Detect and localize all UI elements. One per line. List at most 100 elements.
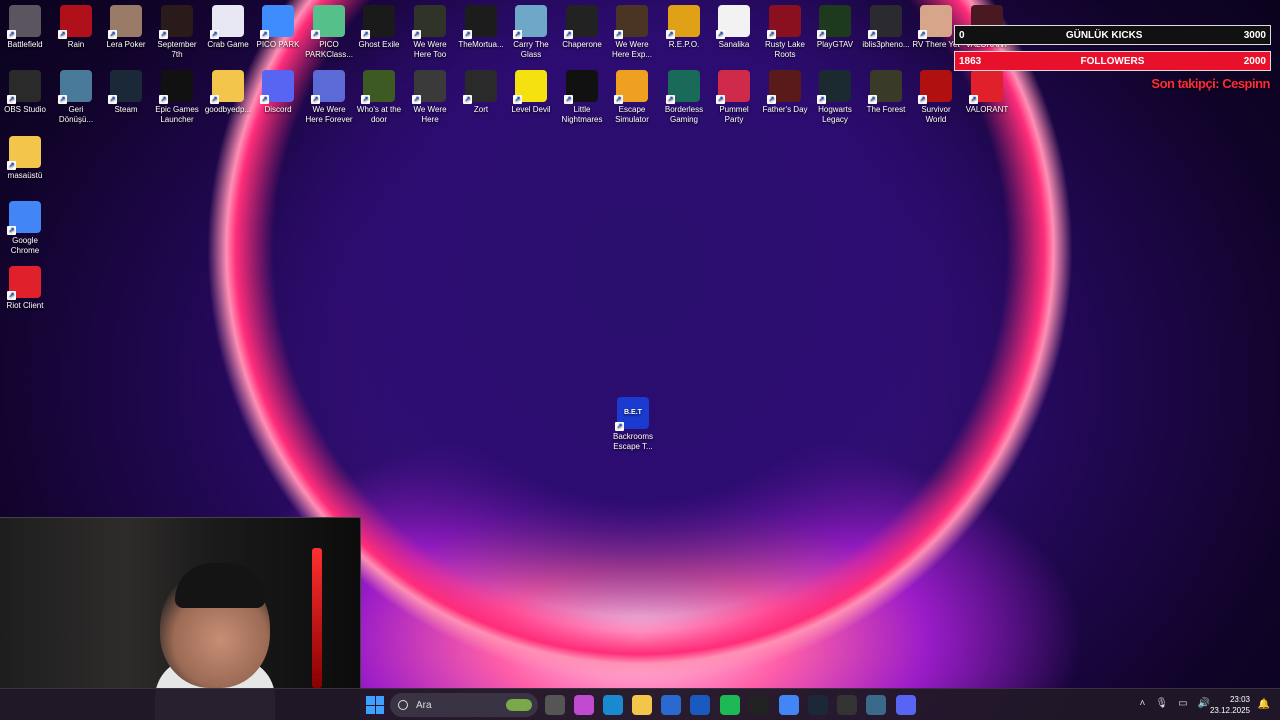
desktop-icon[interactable]: ↗ Escape Simulator (607, 70, 657, 125)
spotify-icon[interactable] (720, 695, 740, 715)
shortcut-arrow-icon: ↗ (564, 30, 573, 39)
notification-bell-icon[interactable]: 🔔 (1258, 699, 1270, 710)
shortcut-arrow-icon: ↗ (868, 95, 877, 104)
desktop-icon[interactable]: ↗ Riot Client (0, 266, 50, 311)
desktop-icon[interactable]: ↗ Sanalika (709, 5, 759, 50)
rusty-lake-icon: ↗ (767, 5, 801, 39)
followers-label: FOLLOWERS (1080, 55, 1145, 67)
desktop-icon[interactable]: ↗ We Were Here Too (405, 5, 455, 60)
desktop-icon[interactable]: ↗ OBS Studio (0, 70, 50, 115)
red-devil-icon: ↗ (58, 5, 92, 39)
start-button[interactable] (366, 696, 384, 714)
stream-goal-overlay: 0 GÜNLÜK KICKS 3000 1863 FOLLOWERS 2000 (954, 25, 1271, 77)
shortcut-arrow-icon: ↗ (260, 95, 269, 104)
desktop-icon-label: iblis3pheno... (862, 40, 910, 49)
clock[interactable]: 23:03 23.12.2025 (1210, 694, 1250, 716)
desktop-icon[interactable]: ↗ Father's Day (760, 70, 810, 115)
edge-icon[interactable] (603, 695, 623, 715)
backrooms-icon: B.E.T ↗ (615, 397, 649, 431)
crab-game-icon: ↗ (210, 5, 244, 39)
desktop-icon[interactable]: ↗ Hogwarts Legacy (810, 70, 860, 125)
microphone-icon[interactable]: 🎙 (1155, 698, 1168, 709)
outlook-icon[interactable] (690, 695, 710, 715)
shortcut-arrow-icon: ↗ (918, 95, 927, 104)
desktop-icon-label: Battlefield (7, 40, 43, 49)
app-icon[interactable] (866, 695, 886, 715)
desktop-icon[interactable]: ↗ We Were Here Forever (304, 70, 354, 125)
shortcut-arrow-icon: ↗ (412, 30, 421, 39)
epic-games-icon[interactable] (749, 695, 769, 715)
file-explorer-icon[interactable] (632, 695, 652, 715)
desktop-icon[interactable]: ↗ R.E.P.O. (659, 5, 709, 50)
steam-icon[interactable] (808, 695, 828, 715)
survivor-world-icon: ↗ (918, 70, 952, 104)
desktop-icon[interactable]: ↗ Chaperone (557, 5, 607, 50)
desktop-icon[interactable]: ↗ TheMortua... (456, 5, 506, 50)
desktop-icon[interactable]: ↗ Carry The Glass (506, 5, 556, 60)
desktop-icon[interactable]: ↗ Geri Dönüşü... (51, 70, 101, 125)
copilot-icon[interactable] (574, 695, 594, 715)
desktop-icon-label: Google Chrome (10, 236, 40, 255)
kicks-label: GÜNLÜK KICKS (1065, 29, 1143, 41)
desktop-icon[interactable]: ↗ Little Nightmares (557, 70, 607, 125)
chevron-up-icon[interactable]: ˄ (1140, 698, 1146, 709)
shortcut-arrow-icon: ↗ (7, 226, 16, 235)
desktop-icon[interactable]: ↗ We Were Here (405, 70, 455, 125)
desktop-icon[interactable]: ↗ Who's at the door (354, 70, 404, 125)
borderless-icon: ↗ (666, 70, 700, 104)
volume-icon[interactable]: 🔊 (1198, 698, 1210, 709)
desktop-icon[interactable]: ↗ Borderless Gaming (659, 70, 709, 125)
desktop-icon[interactable]: ↗ September 7th (152, 5, 202, 60)
desktop-icon[interactable]: ↗ Ghost Exile (354, 5, 404, 50)
desktop-icon-label: September 7th (157, 40, 197, 59)
desktop-icon[interactable]: ↗ Pummel Party (709, 70, 759, 125)
desktop-icon[interactable]: ↗ PICO PARK (253, 5, 303, 50)
desktop-icon[interactable]: ↗ PICO PARKClass... (304, 5, 354, 60)
desktop-icon[interactable]: B.E.T ↗ Backrooms Escape T... (608, 397, 658, 452)
clock-date: 23.12.2025 (1209, 706, 1250, 715)
shortcut-arrow-icon: ↗ (311, 95, 320, 104)
desktop-icon[interactable]: ↗ Crab Game (203, 5, 253, 50)
desktop-icon[interactable]: ↗ goodbyedp... (203, 70, 253, 115)
desktop-icon-label: Geri Dönüşü... (58, 105, 94, 124)
shortcut-arrow-icon: ↗ (210, 30, 219, 39)
chaperone-icon: ↗ (564, 5, 598, 39)
desktop-icon[interactable]: ↗ Steam (101, 70, 151, 115)
obs-icon[interactable] (837, 695, 857, 715)
iblis-icon: ↗ (868, 5, 902, 39)
desktop-icon[interactable]: ↗ Level Devil (506, 70, 556, 115)
store-icon[interactable] (661, 695, 681, 715)
desktop-icon[interactable]: ↗ Discord (253, 70, 303, 115)
we-were-here-too-icon: ↗ (412, 5, 446, 39)
desktop-icon[interactable]: ↗ Survivor World (911, 70, 961, 125)
desktop-icon-label: Level Devil (511, 105, 551, 114)
folder-icon: ↗ (210, 70, 244, 104)
desktop-icon[interactable]: ↗ Zort (456, 70, 506, 115)
shortcut-arrow-icon: ↗ (614, 95, 623, 104)
taskbar-search[interactable]: Ara (390, 693, 538, 717)
desktop-icon-label: We Were Here Exp... (611, 40, 652, 59)
desktop-icon[interactable]: ↗ PlayGTAV (810, 5, 860, 50)
desktop-icon[interactable]: ↗ Battlefield (0, 5, 50, 50)
desktop-icon[interactable]: ↗ The Forest (861, 70, 911, 115)
desktop-icon[interactable]: ↗ iblis3pheno... (861, 5, 911, 50)
desktop-icon[interactable]: ↗ masaüstü (0, 136, 50, 181)
discord-icon[interactable] (896, 695, 916, 715)
whos-at-door-icon: ↗ (361, 70, 395, 104)
task-view-icon[interactable] (545, 695, 565, 715)
we-were-here-expeditions-icon: ↗ (614, 5, 648, 39)
obs-icon: ↗ (7, 70, 41, 104)
desktop-icon[interactable]: ↗ Epic Games Launcher (152, 70, 202, 125)
desktop-icon[interactable]: ↗ Lera Poker (101, 5, 151, 50)
network-icon[interactable]: ▭ (1178, 698, 1187, 709)
desktop-icon[interactable]: ↗ Google Chrome (0, 201, 50, 256)
daily-kicks-bar: 0 GÜNLÜK KICKS 3000 (954, 25, 1271, 45)
desktop-icon[interactable]: ↗ We Were Here Exp... (607, 5, 657, 60)
chrome-icon[interactable] (779, 695, 799, 715)
desktop-icon[interactable]: ↗ Rain (51, 5, 101, 50)
riot-client-icon: ↗ (7, 266, 41, 300)
desktop-icon[interactable]: ↗ Rusty Lake Roots (760, 5, 810, 60)
escape-sim-icon: ↗ (614, 70, 648, 104)
pummel-party-icon: ↗ (716, 70, 750, 104)
desktop-icon-label: Lera Poker (106, 40, 146, 49)
